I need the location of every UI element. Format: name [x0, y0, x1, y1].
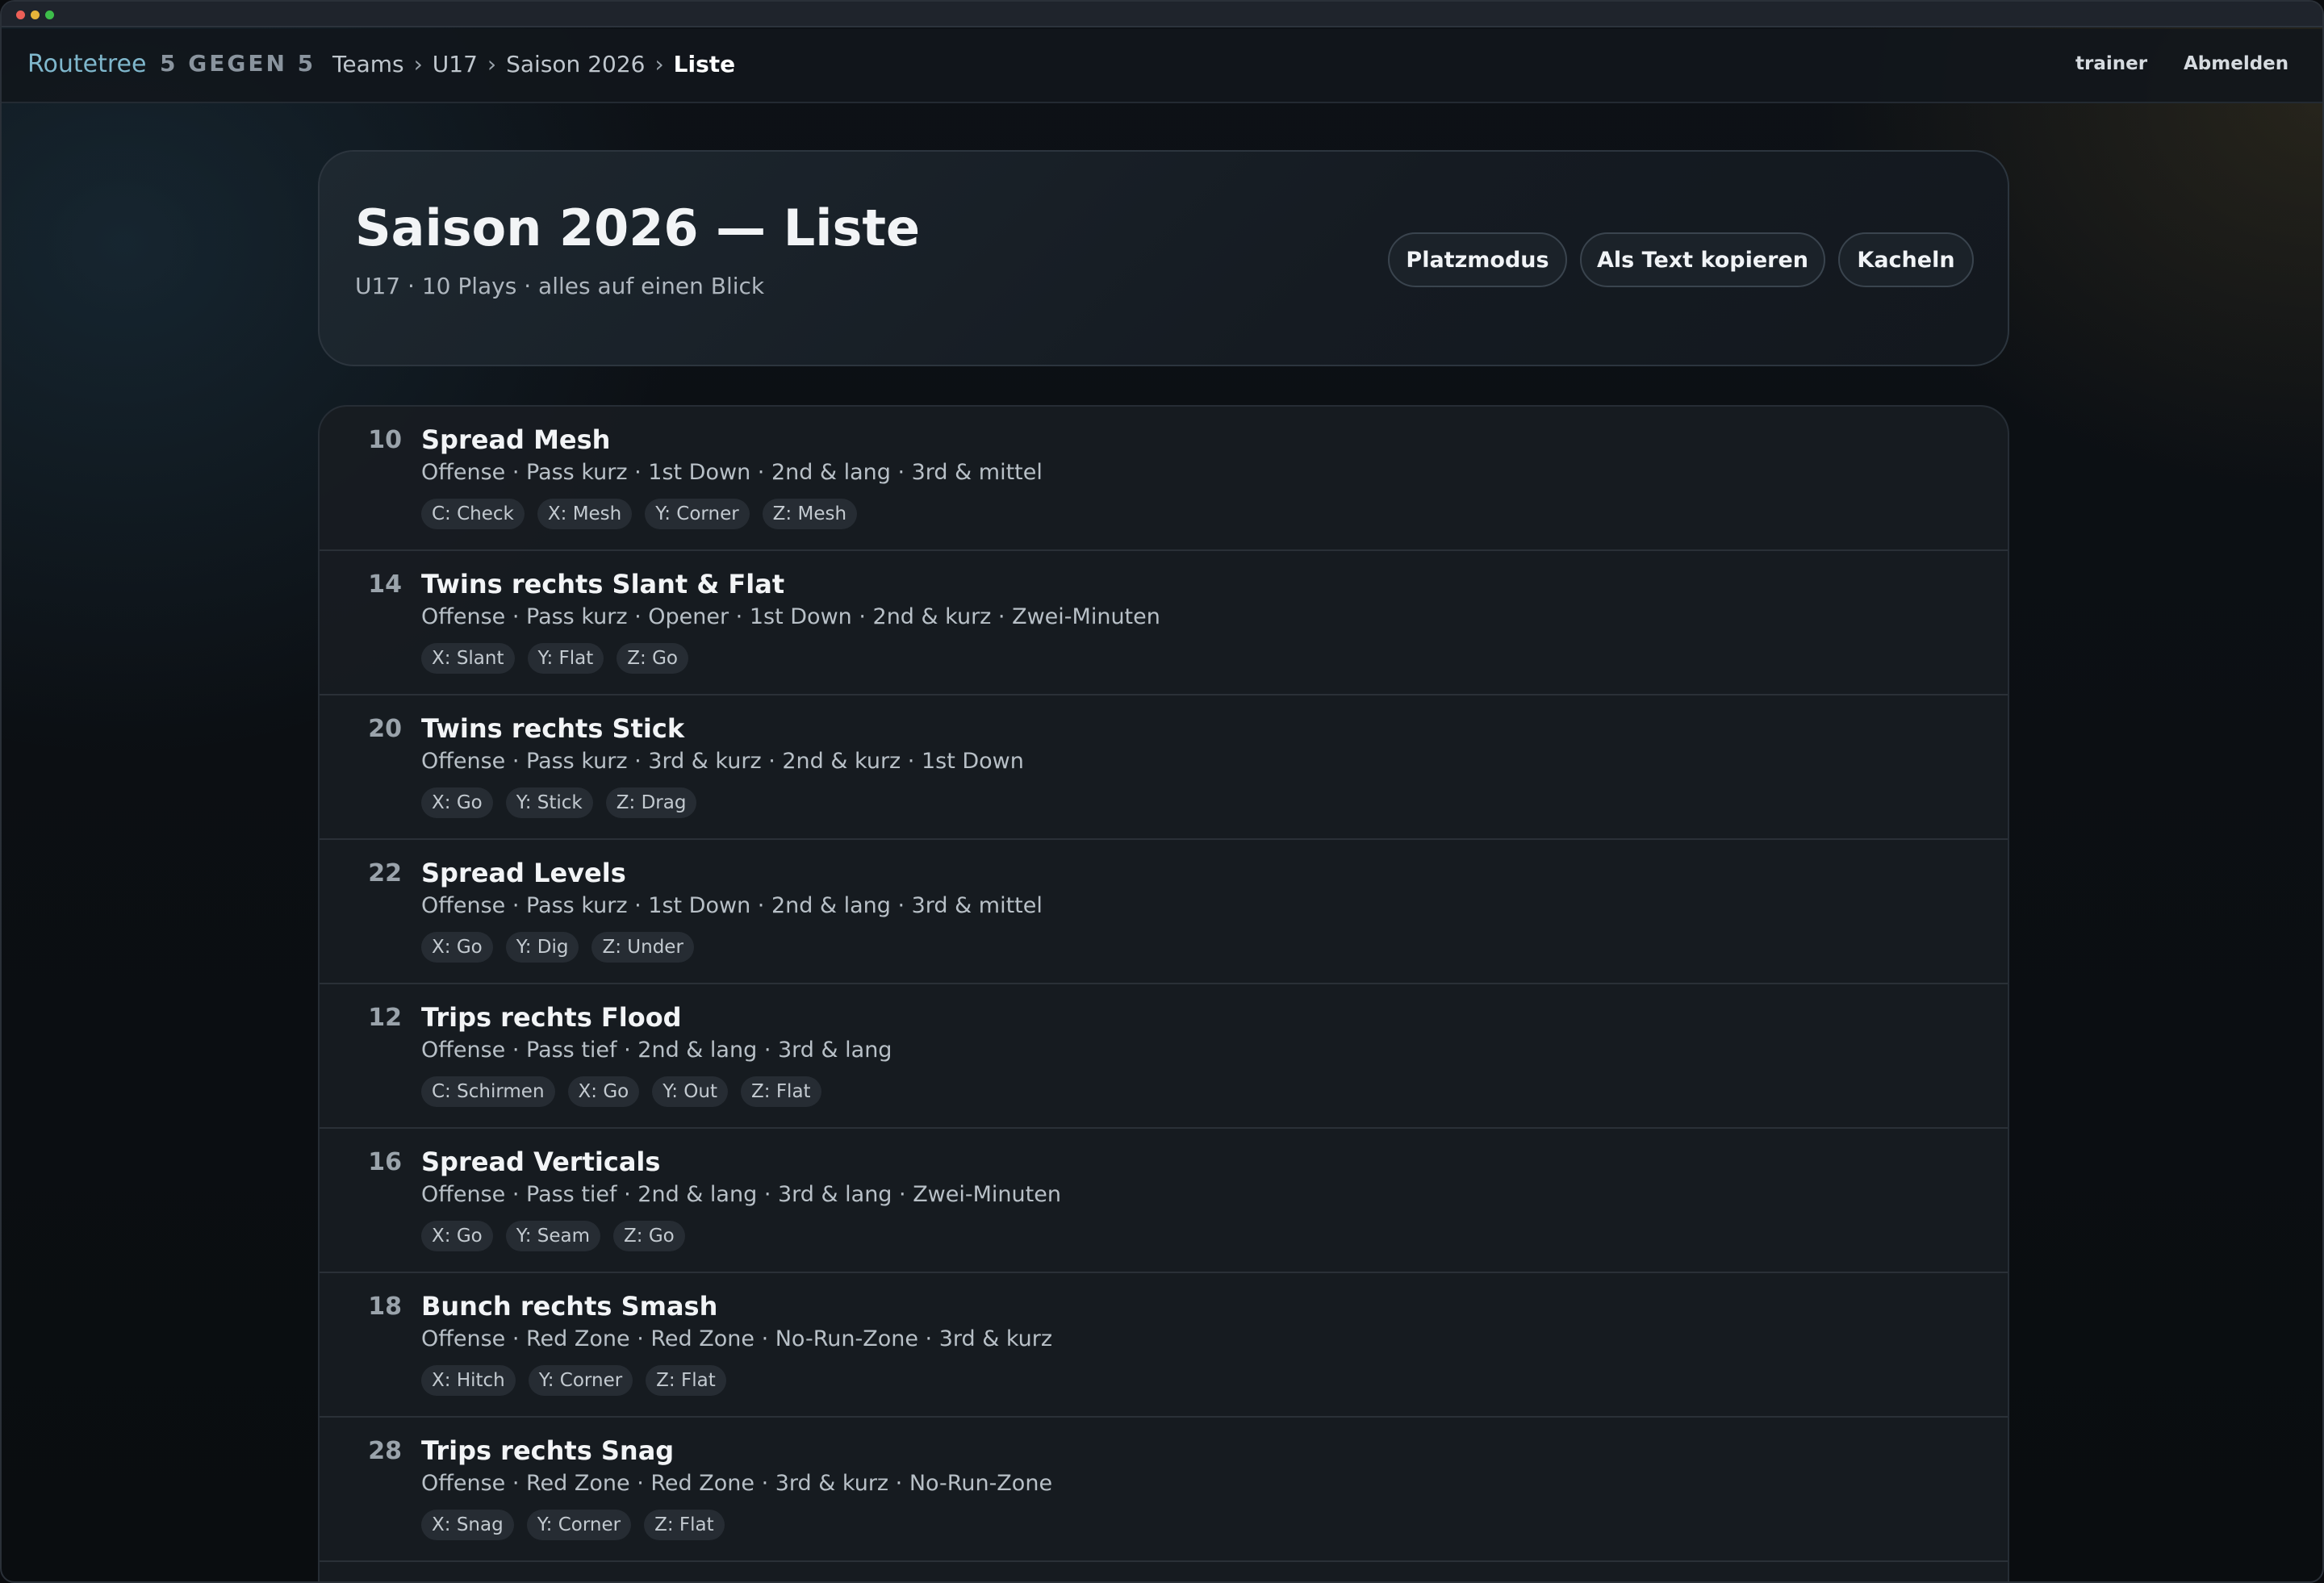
route-chip: Z: Flat: [741, 1076, 821, 1107]
route-chip: Y: Seam: [505, 1221, 601, 1251]
route-chip: X: Hitch: [421, 1365, 516, 1396]
maximize-window-button[interactable]: [45, 10, 54, 19]
route-chip: Z: Go: [617, 643, 689, 674]
play-row[interactable]: 14 Twins rechts Slant & Flat Offense · Pas…: [320, 551, 2008, 695]
play-tags: Offense · Pass tief · 2nd & lang · 3rd &…: [421, 1038, 892, 1063]
play-name[interactable]: Spread Mesh: [421, 424, 610, 455]
window-titlebar: [2, 2, 2322, 27]
breadcrumb-current: Liste: [673, 51, 736, 77]
play-tags: Offense · Pass tief · 2nd & lang · 3rd &…: [421, 1182, 1061, 1207]
play-tags: Offense · Pass kurz · 3rd & kurz · 2nd &…: [421, 749, 1024, 774]
page-subtitle: U17 · 10 Plays · alles auf einen Blick: [355, 273, 765, 299]
play-tags: Offense · Pass kurz · Opener · 1st Down …: [421, 604, 1160, 629]
play-name[interactable]: Twins rechts Slant & Flat: [421, 569, 784, 599]
play-tags: Offense · Pass kurz · 1st Down · 2nd & l…: [421, 893, 1043, 918]
play-row[interactable]: 28 Trips rechts Snag Offense · Red Zone · …: [320, 1418, 2008, 1562]
play-name[interactable]: Spread Verticals: [421, 1147, 660, 1177]
play-tags: Offense · Red Zone · Red Zone · 3rd & ku…: [421, 1471, 1053, 1496]
play-tags: Offense · Red Zone · Red Zone · No-Run-Z…: [421, 1326, 1053, 1351]
breadcrumb-season[interactable]: Saison 2026: [506, 51, 645, 77]
tiles-view-button[interactable]: Kacheln: [1838, 232, 1974, 287]
route-chip: Y: Corner: [645, 499, 750, 529]
breadcrumb-separator: ›: [487, 51, 497, 77]
route-chips: X: Go Y: Dig Z: Under: [421, 932, 694, 963]
play-number: 18: [368, 1293, 402, 1321]
play-name[interactable]: Bunch rechts Smash: [421, 1291, 717, 1322]
copy-as-text-button[interactable]: Als Text kopieren: [1580, 232, 1825, 287]
logout-link[interactable]: Abmelden: [2184, 53, 2288, 74]
play-number: 10: [368, 426, 402, 454]
route-chip: X: Slant: [421, 643, 515, 674]
route-chips: X: Go Y: Seam Z: Go: [421, 1221, 685, 1251]
page-header-card: Saison 2026 — Liste U17 · 10 Plays · all…: [318, 150, 2009, 366]
play-row[interactable]: 12 Trips rechts Flood Offense · Pass tief …: [320, 984, 2008, 1129]
breadcrumb-separator: ›: [413, 51, 423, 77]
route-chip: C: Schirmen: [421, 1076, 555, 1107]
route-chip: X: Go: [567, 1076, 640, 1107]
route-chip: Y: Dig: [505, 932, 579, 963]
route-chip: Y: Stick: [505, 787, 593, 818]
route-chips: X: Hitch Y: Corner Z: Flat: [421, 1365, 726, 1396]
play-name[interactable]: Spread Levels: [421, 858, 626, 888]
route-chip: Z: Flat: [644, 1510, 725, 1540]
route-chip: X: Go: [421, 932, 493, 963]
breadcrumb: Teams › U17 › Saison 2026 › Liste: [332, 51, 735, 77]
route-chip: Y: Flat: [527, 643, 604, 674]
play-list: 10 Spread Mesh Offense · Pass kurz · 1st D…: [318, 405, 2009, 1581]
route-chip: X: Snag: [421, 1510, 514, 1540]
route-chip: X: Mesh: [537, 499, 633, 529]
route-chip: Z: Flat: [646, 1365, 726, 1396]
play-number: 22: [368, 859, 402, 888]
breadcrumb-u17[interactable]: U17: [433, 51, 478, 77]
route-chips: C: Schirmen X: Go Y: Out Z: Flat: [421, 1076, 821, 1107]
play-number: 28: [368, 1437, 402, 1465]
play-name[interactable]: Trips rechts Snag: [421, 1435, 674, 1466]
route-chip: X: Go: [421, 787, 493, 818]
breadcrumb-separator: ›: [654, 51, 664, 77]
play-name[interactable]: Trips rechts Flood: [421, 1002, 682, 1033]
route-chip: Z: Mesh: [762, 499, 858, 529]
close-window-button[interactable]: [16, 10, 25, 19]
play-number: 14: [368, 570, 402, 599]
route-chip: Z: Drag: [605, 787, 697, 818]
route-chip: Y: Out: [652, 1076, 729, 1107]
user-menu-link[interactable]: trainer: [2075, 53, 2147, 74]
play-row[interactable]: 10 Spread Mesh Offense · Pass kurz · 1st D…: [320, 407, 2008, 551]
page-title: Saison 2026 — Liste: [355, 198, 921, 257]
route-chip: Z: Under: [591, 932, 694, 963]
play-row[interactable]: 20 Twins rechts Stick Offense · Pass kurz …: [320, 695, 2008, 840]
route-chip: Y: Corner: [528, 1365, 633, 1396]
play-name[interactable]: Twins rechts Stick: [421, 713, 684, 744]
route-chip: Y: Corner: [526, 1510, 632, 1540]
route-chip: Z: Go: [613, 1221, 685, 1251]
brand-logo-link[interactable]: Routetree: [27, 50, 146, 78]
minimize-window-button[interactable]: [31, 10, 40, 19]
play-row[interactable]: 16 Spread Verticals Offense · Pass tief · …: [320, 1129, 2008, 1273]
route-chip: C: Check: [421, 499, 525, 529]
play-number: 12: [368, 1004, 402, 1032]
route-chip: X: Go: [421, 1221, 493, 1251]
route-chips: X: Slant Y: Flat Z: Go: [421, 643, 689, 674]
breadcrumb-teams[interactable]: Teams: [332, 51, 404, 77]
play-row[interactable]: 22 Spread Levels Offense · Pass kurz · 1st…: [320, 840, 2008, 984]
brand-subtitle: 5 GEGEN 5: [160, 50, 316, 77]
play-tags: Offense · Pass kurz · 1st Down · 2nd & l…: [421, 460, 1043, 485]
play-number: 20: [368, 715, 402, 743]
route-chips: X: Go Y: Stick Z: Drag: [421, 787, 697, 818]
play-number: 16: [368, 1148, 402, 1176]
route-chips: C: Check X: Mesh Y: Corner Z: Mesh: [421, 499, 858, 529]
top-navigation: Routetree 5 GEGEN 5 Teams › U17 › Saison 202…: [2, 29, 2322, 103]
route-chips: X: Snag Y: Corner Z: Flat: [421, 1510, 725, 1540]
play-row[interactable]: 18 Bunch rechts Smash Offense · Red Zone ·…: [320, 1273, 2008, 1418]
app-window: Routetree 5 GEGEN 5 Teams › U17 › Saison 202…: [0, 0, 2324, 1583]
field-mode-button[interactable]: Platzmodus: [1388, 232, 1567, 287]
